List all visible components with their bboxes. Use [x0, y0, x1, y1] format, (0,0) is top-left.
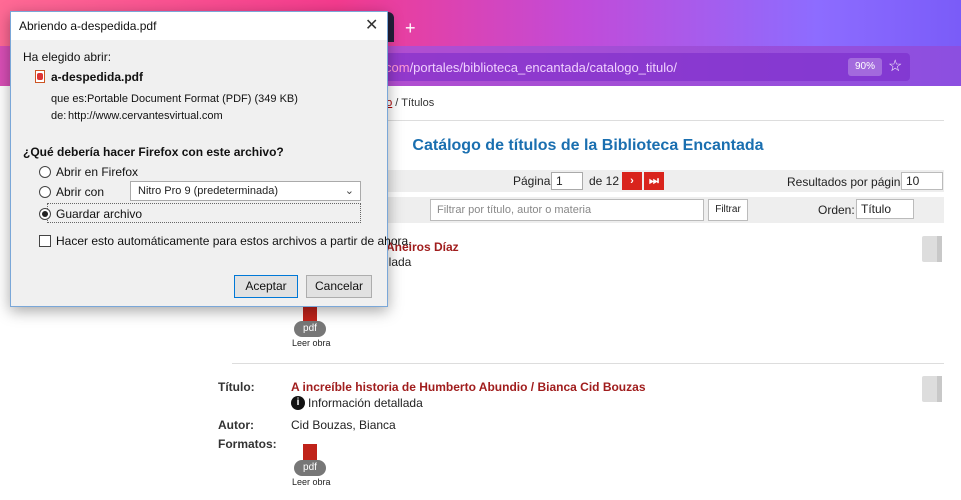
breadcrumb-separator: /	[392, 97, 402, 109]
pdf-label: pdf	[294, 321, 326, 337]
file-type-value: Portable Document Format (PDF) (349 KB)	[87, 93, 298, 105]
page-label: Página:	[513, 174, 554, 188]
radio-open-firefox-label[interactable]: Abrir en Firefox	[56, 165, 138, 179]
result-info-link[interactable]: Información detallada	[308, 396, 423, 410]
pdf-file-icon	[35, 70, 45, 83]
breadcrumb: go / Títulos	[380, 97, 434, 109]
last-page-button[interactable]: ⏭	[644, 172, 664, 190]
title-field-label: Título:	[218, 380, 255, 394]
zoom-level-badge[interactable]: 90%	[848, 58, 882, 76]
file-name: a-despedida.pdf	[51, 70, 144, 84]
radio-save-file[interactable]	[39, 208, 51, 220]
auto-checkbox[interactable]	[39, 235, 51, 247]
dialog-titlebar: Abriendo a-despedida.pdf ✕	[11, 12, 387, 40]
url-text[interactable]: com/portales/biblioteca_encantada/catalo…	[385, 60, 677, 75]
radio-open-with[interactable]	[39, 186, 51, 198]
read-work-link[interactable]: Leer obra	[292, 477, 331, 487]
application-select[interactable]: Nitro Pro 9 (predeterminada) ⌄	[130, 181, 361, 201]
page-number-input[interactable]: 1	[551, 172, 583, 190]
chosen-label: Ha elegido abrir:	[23, 50, 112, 64]
info-icon[interactable]: i	[291, 396, 305, 410]
url-path: /portales/biblioteca_encantada/catalogo_…	[409, 60, 677, 75]
results-per-page-label: Resultados por página:	[787, 175, 911, 189]
pdf-format-icon[interactable]: pdf	[294, 305, 326, 339]
auto-checkbox-label[interactable]: Hacer esto automáticamente para estos ar…	[56, 234, 412, 248]
results-per-page-select[interactable]: 10	[901, 172, 943, 190]
book-icon[interactable]	[922, 236, 942, 262]
filter-input[interactable]: Filtrar por título, autor o materia	[430, 199, 704, 221]
read-work-link[interactable]: Leer obra	[292, 338, 331, 348]
author-value: Cid Bouzas, Bianca	[291, 418, 396, 432]
action-question: ¿Qué debería hacer Firefox con este arch…	[23, 145, 284, 159]
total-pages-label: de 12	[589, 174, 620, 188]
application-select-value: Nitro Pro 9 (predeterminada)	[138, 185, 279, 197]
sort-select[interactable]: Título	[856, 199, 914, 219]
accept-button[interactable]: Aceptar	[234, 275, 298, 298]
formats-field-label: Formatos:	[218, 437, 277, 451]
radio-open-firefox[interactable]	[39, 166, 51, 178]
bookmark-star-icon[interactable]: ☆	[888, 56, 902, 76]
file-source-label: de:	[51, 110, 67, 122]
file-source-value: http://www.cervantesvirtual.com	[68, 110, 223, 122]
file-type-label: que es:	[51, 93, 88, 105]
next-page-button[interactable]: ›	[622, 172, 642, 190]
book-icon[interactable]	[922, 376, 942, 402]
result-info-link[interactable]: llada	[386, 255, 411, 269]
pdf-format-icon[interactable]: pdf	[294, 444, 326, 478]
radio-open-with-label[interactable]: Abrir con	[56, 185, 104, 199]
download-dialog: Abriendo a-despedida.pdf ✕ Ha elegido ab…	[10, 11, 412, 307]
close-icon[interactable]: ✕	[365, 15, 378, 35]
pdf-label: pdf	[294, 460, 326, 476]
dialog-title: Abriendo a-despedida.pdf	[19, 19, 157, 33]
result-title-link[interactable]: A increíble historia de Humberto Abundio…	[291, 380, 646, 394]
breadcrumb-current: Títulos	[401, 97, 435, 109]
radio-save-file-label[interactable]: Guardar archivo	[56, 207, 142, 221]
sort-label: Orden:	[818, 203, 855, 217]
author-field-label: Autor:	[218, 418, 254, 432]
chevron-down-icon: ⌄	[344, 185, 354, 197]
filter-button[interactable]: Filtrar	[708, 199, 748, 221]
result-divider	[232, 363, 944, 364]
new-tab-button[interactable]: +	[405, 18, 416, 39]
cancel-button[interactable]: Cancelar	[306, 275, 372, 298]
url-host: com	[385, 60, 410, 75]
